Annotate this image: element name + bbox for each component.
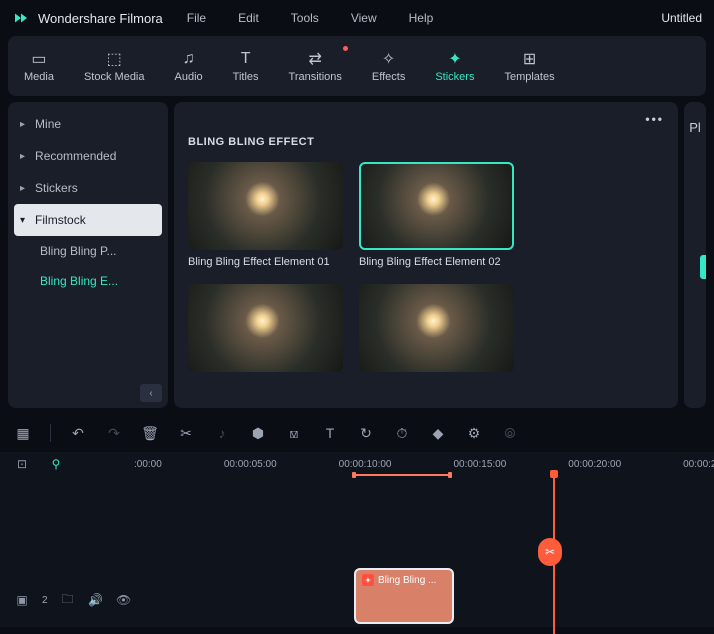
preview-label: Pl — [689, 120, 701, 135]
audio-wave-icon[interactable]: ⦾ — [501, 424, 519, 442]
chevron-right-icon: ▸ — [20, 183, 25, 194]
sidebar-item-mine[interactable]: ▸ Mine — [8, 108, 168, 140]
main-panel: ••• BLING BLING EFFECT Bling Bling Effec… — [174, 102, 678, 408]
ruler-tick: 00:00:10:00 — [339, 459, 392, 470]
visibility-icon[interactable]: 👁 — [116, 592, 132, 608]
folder-icon[interactable]: 🗀 — [60, 592, 76, 608]
track-count: 2 — [42, 595, 48, 606]
panel-title: BLING BLING EFFECT — [188, 136, 664, 148]
sidebar-item-label: Filmstock — [35, 213, 86, 227]
sidebar-item-recommended[interactable]: ▸ Recommended — [8, 140, 168, 172]
menu-help[interactable]: Help — [409, 11, 434, 25]
effect-card[interactable]: Bling Bling Effect Element 02 — [359, 162, 514, 268]
ruler-tick: :00:00 — [134, 459, 162, 470]
nav-titles[interactable]: T Titles — [233, 50, 259, 83]
mute-icon[interactable]: 🔊 — [88, 592, 104, 608]
text-icon[interactable]: T — [321, 424, 339, 442]
clip-range-indicator[interactable] — [354, 474, 450, 476]
chevron-left-icon: ‹ — [149, 388, 152, 399]
app-name: Wondershare Filmora — [38, 11, 163, 26]
link-icon[interactable]: ⚲ — [48, 456, 64, 472]
playhead[interactable] — [550, 470, 558, 478]
stock-icon: ⬚ — [104, 50, 124, 68]
adjust-icon[interactable]: ⚙ — [465, 424, 483, 442]
audio-icon: ♫ — [179, 50, 199, 68]
snap-icon[interactable]: ⊡ — [14, 456, 30, 472]
timeline-ruler[interactable]: :00:00 00:00:05:00 00:00:10:00 00:00:15:… — [134, 452, 700, 476]
document-title[interactable]: Untitled — [661, 11, 702, 25]
effect-card[interactable] — [188, 284, 343, 378]
chevron-down-icon: ▾ — [20, 215, 25, 226]
nav-effects[interactable]: ✧ Effects — [372, 50, 405, 83]
templates-icon: ⊞ — [520, 50, 540, 68]
sidebar-collapse-button[interactable]: ‹ — [140, 384, 162, 402]
nav-media[interactable]: ▭ Media — [24, 50, 54, 83]
sidebar-item-label: Stickers — [35, 181, 78, 195]
ruler-tick: 00:00:25:00 — [683, 459, 714, 470]
effect-thumbnail — [359, 284, 514, 372]
undo-icon[interactable]: ↶ — [69, 424, 87, 442]
sidebar-sub-bling-e[interactable]: Bling Bling E... — [8, 266, 168, 296]
effect-thumbnail — [359, 162, 514, 250]
sidebar-sub-bling-p[interactable]: Bling Bling P... — [8, 236, 168, 266]
effects-icon: ✧ — [379, 50, 399, 68]
clip-label: Bling Bling ... — [378, 575, 436, 586]
split-icon[interactable]: ✂ — [177, 424, 195, 442]
speed-icon[interactable]: ↻ — [357, 424, 375, 442]
preview-panel: Pl — [684, 102, 706, 408]
sidebar-item-label: Bling Bling E... — [40, 274, 118, 288]
menu-tools[interactable]: Tools — [291, 11, 319, 25]
stickers-icon: ✦ — [445, 50, 465, 68]
crop-icon[interactable]: ⟏ — [285, 424, 303, 442]
nav-templates[interactable]: ⊞ Templates — [504, 50, 554, 83]
clip-type-icon: ✦ — [362, 574, 374, 586]
timeline-toolbar: ▦ ↶ ↷ 🗑 ✂ ♪ ⬢ ⟏ T ↻ ⏱ ◆ ⚙ ⦾ — [0, 414, 714, 452]
app-logo — [12, 9, 30, 27]
sidebar-item-label: Mine — [35, 117, 61, 131]
sidebar-item-stickers[interactable]: ▸ Stickers — [8, 172, 168, 204]
redo-icon[interactable]: ↷ — [105, 424, 123, 442]
media-icon: ▭ — [29, 50, 49, 68]
nav-stickers[interactable]: ✦ Stickers — [435, 50, 474, 83]
split-handle[interactable]: ✂ — [538, 538, 562, 566]
effect-thumbnail — [188, 284, 343, 372]
titles-icon: T — [236, 50, 256, 68]
color-icon[interactable]: ◆ — [429, 424, 447, 442]
ruler-tick: 00:00:05:00 — [224, 459, 277, 470]
timer-icon[interactable]: ⏱ — [393, 424, 411, 442]
notification-dot — [343, 46, 348, 51]
sidebar-item-filmstock[interactable]: ▾ Filmstock — [14, 204, 162, 236]
effect-card[interactable]: Bling Bling Effect Element 01 — [188, 162, 343, 268]
timeline[interactable]: ⊡ ⚲ :00:00 00:00:05:00 00:00:10:00 00:00… — [0, 452, 714, 627]
music-icon[interactable]: ♪ — [213, 424, 231, 442]
timeline-clip[interactable]: ✦ Bling Bling ... — [354, 568, 454, 624]
sidebar-item-label: Recommended — [35, 149, 116, 163]
ruler-tick: 00:00:20:00 — [568, 459, 621, 470]
effect-label: Bling Bling Effect Element 02 — [359, 256, 514, 268]
nav-stock-media[interactable]: ⬚ Stock Media — [84, 50, 145, 83]
sidebar: ▸ Mine ▸ Recommended ▸ Stickers ▾ Filmst… — [8, 102, 168, 408]
more-icon[interactable]: ••• — [645, 112, 664, 126]
transitions-icon: ⇄ — [305, 50, 325, 68]
layout-icon[interactable]: ▦ — [14, 424, 32, 442]
delete-icon[interactable]: 🗑 — [141, 424, 159, 442]
nav-transitions[interactable]: ⇄ Transitions — [289, 50, 342, 83]
chevron-right-icon: ▸ — [20, 151, 25, 162]
effect-label: Bling Bling Effect Element 01 — [188, 256, 343, 268]
ruler-tick: 00:00:15:00 — [453, 459, 506, 470]
panel-resize-handle[interactable] — [700, 255, 706, 279]
nav-audio[interactable]: ♫ Audio — [175, 50, 203, 83]
effect-card[interactable] — [359, 284, 514, 378]
effect-thumbnail — [188, 162, 343, 250]
chevron-right-icon: ▸ — [20, 119, 25, 130]
track-toggle-icon[interactable]: ▣ — [14, 592, 30, 608]
sidebar-item-label: Bling Bling P... — [40, 244, 117, 258]
tag-icon[interactable]: ⬢ — [249, 424, 267, 442]
menu-file[interactable]: File — [187, 11, 206, 25]
menu-view[interactable]: View — [351, 11, 377, 25]
menu-edit[interactable]: Edit — [238, 11, 259, 25]
